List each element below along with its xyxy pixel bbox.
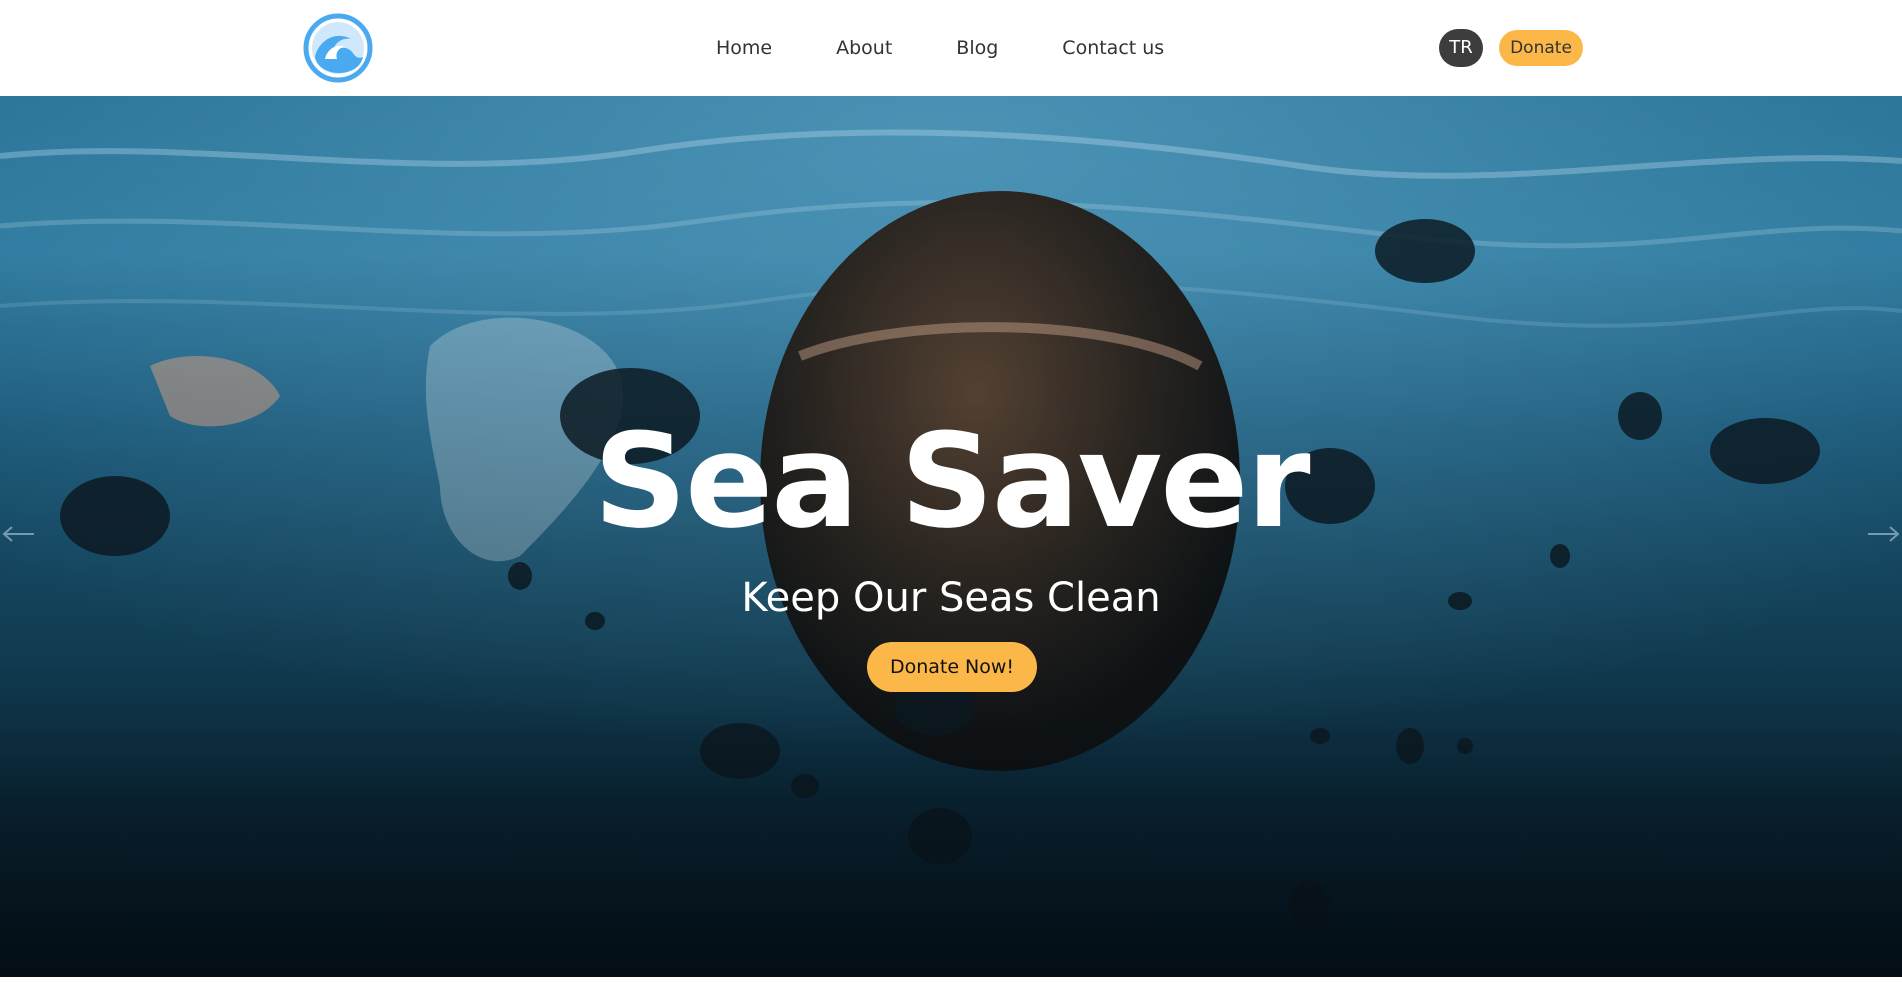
page-content-start	[0, 977, 1902, 997]
language-toggle-button[interactable]: TR	[1439, 29, 1483, 67]
nav-blog-link[interactable]: Blog	[956, 36, 998, 60]
hero-banner: Sea Saver Keep Our Seas Clean Donate Now…	[0, 96, 1902, 977]
top-navbar: Home About Blog Contact us TR Donate	[0, 0, 1902, 96]
nav-home-link[interactable]: Home	[716, 36, 772, 60]
hero-subtitle: Keep Our Seas Clean	[741, 575, 1161, 621]
hero-title: Sea Saver	[593, 405, 1310, 557]
nav-contact-link[interactable]: Contact us	[1062, 36, 1164, 60]
main-nav: Home About Blog Contact us	[716, 36, 1164, 60]
header-donate-button[interactable]: Donate	[1499, 30, 1583, 66]
donate-now-button[interactable]: Donate Now!	[867, 642, 1037, 692]
nav-about-link[interactable]: About	[836, 36, 892, 60]
wave-logo-icon[interactable]	[303, 13, 373, 83]
